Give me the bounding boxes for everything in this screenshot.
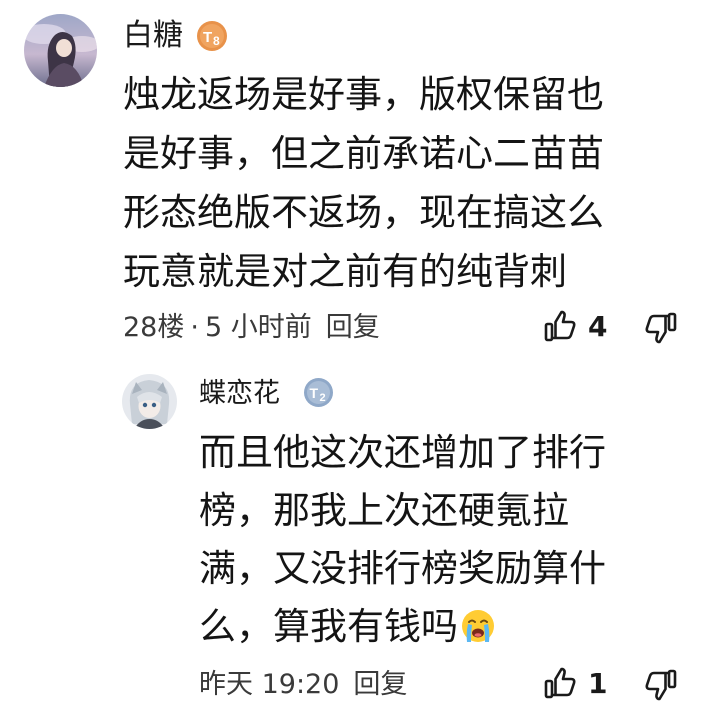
- like-count: 1: [588, 667, 608, 700]
- username[interactable]: 白糖: [123, 19, 183, 53]
- level-number: 2: [320, 392, 326, 404]
- comment-text-line: 么，算我有钱吗: [199, 605, 458, 648]
- comment-body: 烛龙返场是好事，版权保留也 是好事，但之前承诺心二苗苗 形态绝版不返场，现在搞这…: [123, 65, 683, 301]
- username[interactable]: 蝶恋花: [199, 377, 280, 411]
- comment-time: 昨天 19:20: [199, 669, 340, 700]
- avatar[interactable]: [24, 14, 97, 87]
- comment-text-line-with-emoji: 么，算我有钱吗: [199, 598, 669, 656]
- thumbs-down-icon[interactable]: [641, 307, 681, 347]
- like-button[interactable]: 4: [540, 307, 607, 347]
- reply-button[interactable]: 回复: [353, 669, 407, 701]
- comment-text-line: 烛龙返场是好事，版权保留也: [123, 73, 604, 116]
- svg-text:T: T: [310, 385, 319, 401]
- thumbs-down-icon[interactable]: [641, 664, 681, 704]
- reply-button[interactable]: 回复: [326, 312, 380, 344]
- level-badge-icon: T 8: [196, 20, 228, 52]
- comment-text-line: 形态绝版不返场，现在搞这么: [123, 191, 604, 234]
- thumbs-up-icon[interactable]: [540, 664, 580, 704]
- meta-separator: ·: [190, 312, 199, 343]
- avatar[interactable]: [122, 374, 177, 429]
- comment-text-line: 榜，那我上次还硬氪拉: [199, 489, 569, 532]
- floor-number: 28楼: [123, 312, 185, 343]
- comment-body: 而且他这次还增加了排行 榜，那我上次还硬氪拉 满，又没排行榜奖励算什 么，算我有…: [199, 424, 669, 656]
- like-count: 4: [588, 310, 608, 343]
- comment-meta: 28楼 · 5 小时前 回复: [123, 312, 380, 344]
- comment-text-line: 满，又没排行榜奖励算什: [199, 547, 606, 590]
- comment-time: 5 小时前: [204, 312, 312, 343]
- comment-meta: 昨天 19:20 回复: [199, 669, 407, 701]
- level-number: 8: [213, 34, 220, 48]
- comment-text-line: 而且他这次还增加了排行: [199, 431, 606, 474]
- thumbs-up-icon[interactable]: [540, 307, 580, 347]
- level-badge-icon: T 2: [303, 377, 334, 408]
- comment-text-line: 是好事，但之前承诺心二苗苗: [123, 132, 604, 175]
- like-button[interactable]: 1: [540, 664, 607, 704]
- comment-text-line: 玩意就是对之前有的纯背刺: [123, 250, 567, 293]
- loudly-crying-face-emoji-icon: [460, 603, 496, 642]
- svg-text:T: T: [203, 29, 212, 46]
